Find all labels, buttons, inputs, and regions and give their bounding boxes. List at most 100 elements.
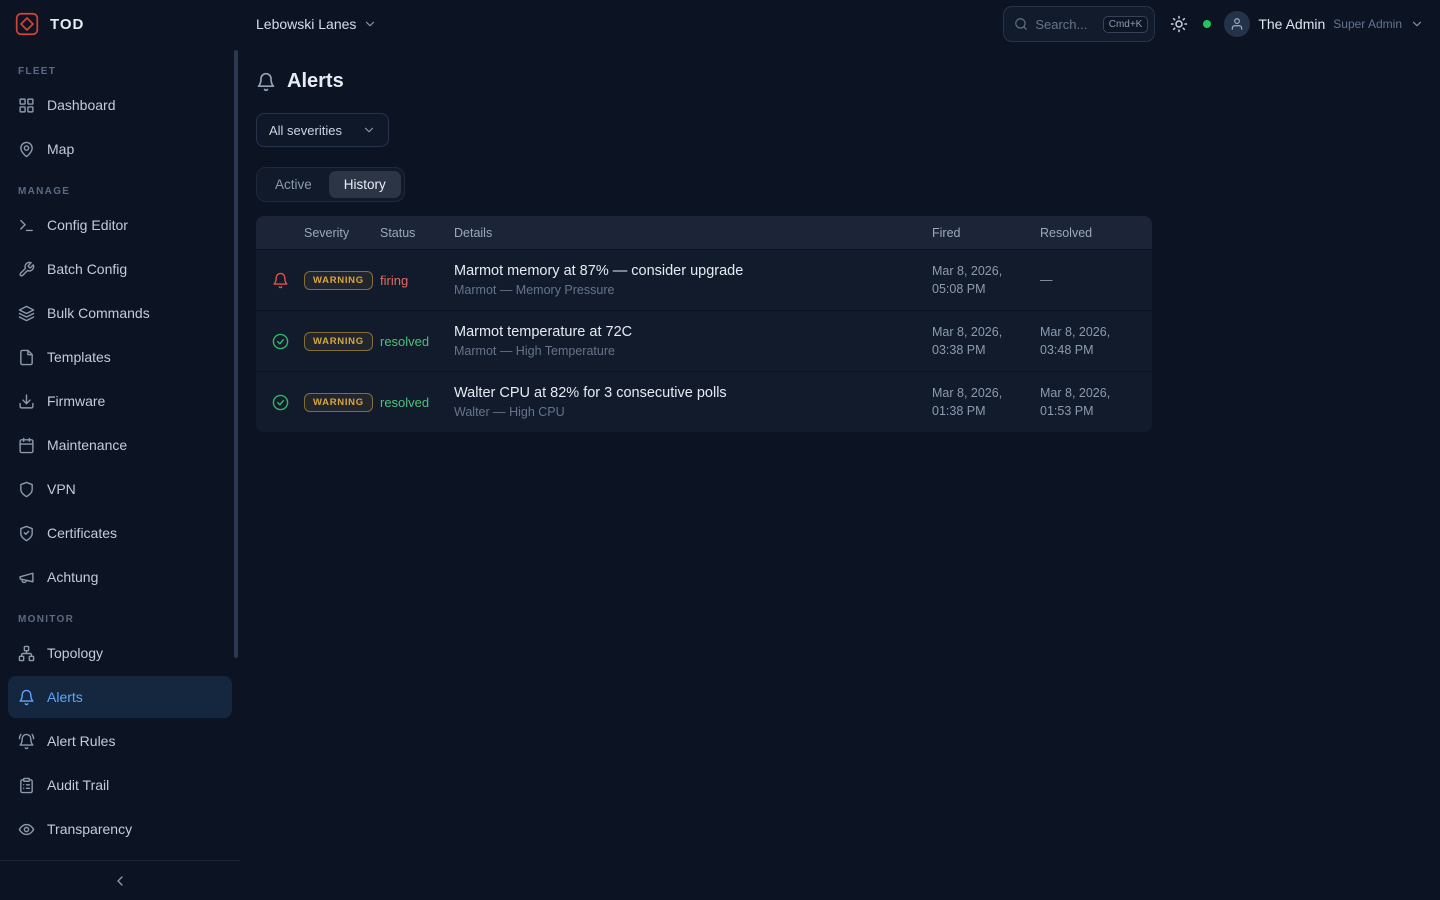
tab-active[interactable]: Active — [260, 171, 327, 198]
status-text: resolved — [380, 334, 454, 349]
alert-subtitle: Marmot — High Temperature — [454, 344, 932, 358]
sidebar-item-certificates[interactable]: Certificates — [8, 512, 232, 554]
sidebar-item-templates[interactable]: Templates — [8, 336, 232, 378]
clipboard-icon — [18, 777, 35, 794]
table-header-details: Details — [454, 226, 932, 240]
status-text: resolved — [380, 395, 454, 410]
alerts-tabs: Active History — [256, 167, 405, 202]
grid-icon — [18, 97, 35, 114]
sidebar-item-label: Alerts — [47, 689, 83, 705]
topbar: Lebowski Lanes Cmd+K — [240, 0, 1440, 48]
avatar — [1224, 11, 1250, 37]
online-status-dot — [1203, 20, 1211, 28]
chevron-left-icon — [112, 873, 128, 889]
search-shortcut-badge: Cmd+K — [1103, 16, 1149, 33]
search-box[interactable]: Cmd+K — [1003, 6, 1155, 42]
sidebar-item-label: Certificates — [47, 525, 117, 541]
alert-row[interactable]: WARNING resolved Marmot temperature at 7… — [256, 310, 1152, 371]
sidebar-item-label: Alert Rules — [47, 733, 115, 749]
chevron-down-icon — [1410, 17, 1424, 31]
severity-badge: WARNING — [304, 393, 373, 412]
download-icon — [18, 393, 35, 410]
org-selector-label: Lebowski Lanes — [256, 16, 356, 32]
search-input[interactable] — [1035, 17, 1095, 32]
sidebar-item-topology[interactable]: Topology — [8, 632, 232, 674]
brand-name: TOD — [50, 16, 84, 33]
sidebar-item-map[interactable]: Map — [8, 128, 232, 170]
sidebar-item-vpn[interactable]: VPN — [8, 468, 232, 510]
user-menu[interactable]: The Admin Super Admin — [1224, 11, 1424, 37]
sidebar-item-transparency[interactable]: Transparency — [8, 808, 232, 850]
alert-row[interactable]: WARNING firing Marmot memory at 87% — co… — [256, 249, 1152, 310]
alerts-table: Severity Status Details Fired Resolved W… — [256, 216, 1152, 432]
wrench-icon — [18, 261, 35, 278]
theme-toggle-button[interactable] — [1168, 13, 1190, 35]
table-header-status: Status — [380, 226, 454, 240]
alert-subtitle: Walter — High CPU — [454, 405, 932, 419]
map-pin-icon — [18, 141, 35, 158]
resolved-time: Mar 8, 2026, 03:48 PM — [1040, 323, 1152, 359]
sidebar-item-label: Map — [47, 141, 74, 157]
alert-title: Walter CPU at 82% for 3 consecutive poll… — [454, 385, 932, 401]
search-icon — [1014, 17, 1028, 31]
severity-filter-value: All severities — [269, 123, 342, 138]
sidebar-item-label: Templates — [47, 349, 111, 365]
alerts-page: Alerts All severities Active History Sev… — [240, 48, 1440, 432]
sidebar-item-label: Transparency — [47, 821, 132, 837]
sidebar-item-audit-trail[interactable]: Audit Trail — [8, 764, 232, 806]
shield-icon — [18, 481, 35, 498]
tod-logo-icon — [14, 11, 40, 37]
alert-title: Marmot temperature at 72C — [454, 324, 932, 340]
sidebar-item-alert-rules[interactable]: Alert Rules — [8, 720, 232, 762]
alert-title: Marmot memory at 87% — consider upgrade — [454, 263, 932, 279]
sidebar-item-alerts[interactable]: Alerts — [8, 676, 232, 718]
fired-time: Mar 8, 2026, 01:38 PM — [932, 384, 1040, 420]
bell-icon — [18, 689, 35, 706]
brand: TOD — [0, 0, 240, 48]
network-icon — [18, 645, 35, 662]
sidebar-item-label: Maintenance — [47, 437, 127, 453]
resolved-time: — — [1040, 271, 1152, 289]
page-header: Alerts — [256, 60, 1424, 113]
org-selector[interactable]: Lebowski Lanes — [256, 16, 377, 32]
topbar-right: Cmd+K The Admin Super Admin — [1003, 6, 1424, 42]
sidebar-item-label: Batch Config — [47, 261, 127, 277]
tab-history[interactable]: History — [329, 171, 401, 198]
user-name: The Admin — [1258, 16, 1325, 32]
table-header-resolved: Resolved — [1040, 226, 1152, 240]
sidebar-item-config-editor[interactable]: Config Editor — [8, 204, 232, 246]
user-icon — [1230, 17, 1244, 31]
alert-row[interactable]: WARNING resolved Walter CPU at 82% for 3… — [256, 371, 1152, 432]
sidebar-item-bulk-commands[interactable]: Bulk Commands — [8, 292, 232, 334]
sidebar-item-dashboard[interactable]: Dashboard — [8, 84, 232, 126]
alert-resolved-icon — [272, 333, 289, 350]
sidebar-item-label: Config Editor — [47, 217, 128, 233]
fired-time: Mar 8, 2026, 05:08 PM — [932, 262, 1040, 298]
shield-check-icon — [18, 525, 35, 542]
severity-badge: WARNING — [304, 271, 373, 290]
alert-firing-icon — [272, 272, 289, 289]
sidebar-item-batch-config[interactable]: Batch Config — [8, 248, 232, 290]
table-header-severity: Severity — [304, 226, 380, 240]
sidebar-scrollbar[interactable] — [234, 50, 238, 658]
sidebar-item-achtung[interactable]: Achtung — [8, 556, 232, 598]
severity-badge: WARNING — [304, 332, 373, 351]
sidebar-item-label: Audit Trail — [47, 777, 109, 793]
sidebar-item-maintenance[interactable]: Maintenance — [8, 424, 232, 466]
page-title: Alerts — [287, 70, 344, 93]
sidebar-collapse-button[interactable] — [0, 860, 240, 900]
file-icon — [18, 349, 35, 366]
sidebar-item-firmware[interactable]: Firmware — [8, 380, 232, 422]
layers-icon — [18, 305, 35, 322]
status-text: firing — [380, 273, 454, 288]
section-label-fleet: FLEET — [8, 52, 232, 84]
fired-time: Mar 8, 2026, 03:38 PM — [932, 323, 1040, 359]
megaphone-icon — [18, 569, 35, 586]
user-role-badge: Super Admin — [1333, 17, 1402, 31]
sidebar-item-label: Bulk Commands — [47, 305, 150, 321]
main-area: Lebowski Lanes Cmd+K — [240, 0, 1440, 900]
severity-filter[interactable]: All severities — [256, 113, 389, 147]
sidebar: TOD FLEET Dashboard Map MANAGE — [0, 0, 240, 900]
sidebar-nav: FLEET Dashboard Map MANAGE Config Editor — [0, 48, 240, 860]
section-label-manage: MANAGE — [8, 172, 232, 204]
